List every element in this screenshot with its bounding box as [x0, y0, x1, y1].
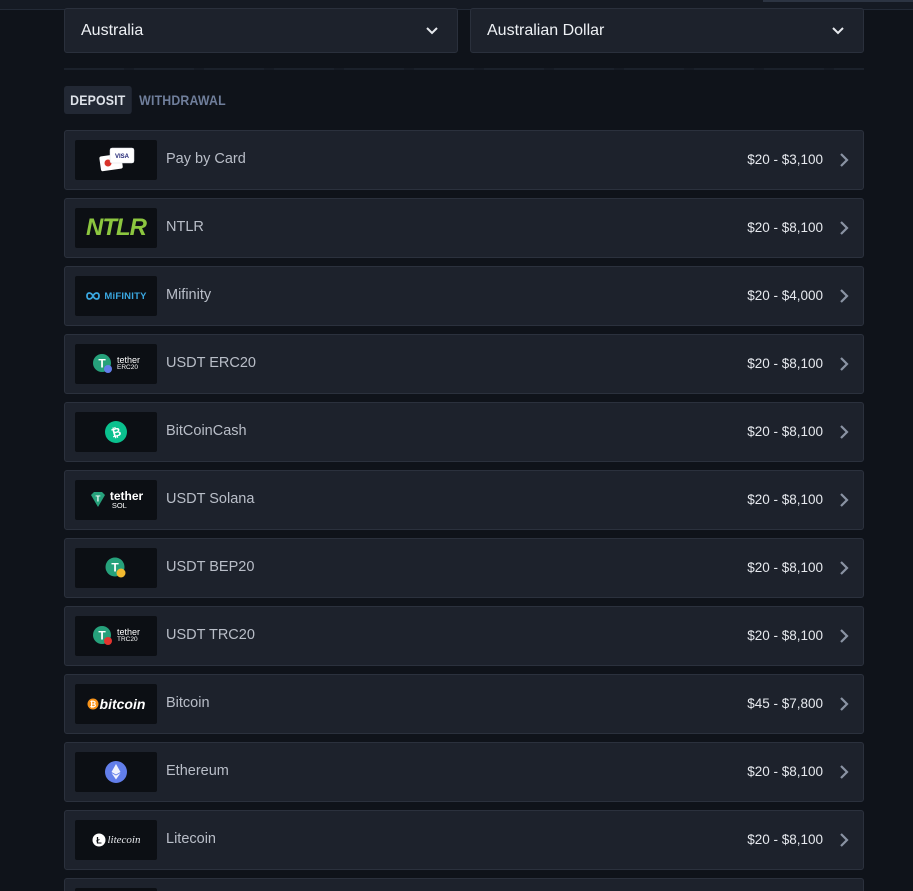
tether-bep20-logo: T [75, 548, 157, 588]
card-graphic: VISA [99, 147, 135, 172]
payment-method-row[interactable]: T tether TRC20 USDT TRC20 $20 - $8,100 [64, 606, 864, 666]
chevron-down-icon [832, 27, 844, 35]
method-range: $20 - $8,100 [747, 764, 823, 779]
payment-method-row[interactable]: Ethereum $20 - $8,100 [64, 742, 864, 802]
tether-erc20-logo: T tether ERC20 [75, 344, 157, 384]
method-name: Litecoin [166, 831, 216, 847]
visa-logo-text: VISA [115, 154, 130, 160]
svg-text:Ł: Ł [96, 836, 102, 846]
tether-icon: T [90, 492, 105, 507]
payment-method-row[interactable]: VISA Pay by Card $20 - $3,100 [64, 130, 864, 190]
method-range: $20 - $8,100 [747, 492, 823, 507]
payment-method-row[interactable]: ₿ bitcoin Bitcoin $45 - $7,800 [64, 674, 864, 734]
tether-logo-sub: ERC20 [116, 364, 138, 372]
ethereum-icon [105, 761, 127, 783]
tab-deposit[interactable]: DEPOSIT [64, 86, 132, 114]
chevron-right-icon [840, 629, 849, 643]
tether-trc20-logo: T tether TRC20 [75, 616, 157, 656]
filter-selects: Australia Australian Dollar [64, 8, 864, 53]
chevron-right-icon [840, 221, 849, 235]
method-name: NTLR [166, 219, 204, 235]
chevron-right-icon [840, 697, 849, 711]
chevron-right-icon [840, 153, 849, 167]
ethereum-logo [75, 752, 157, 792]
method-name: USDT ERC20 [166, 355, 256, 371]
litecoin-logo-text: litecoin [107, 834, 141, 846]
method-range: $20 - $4,000 [747, 288, 823, 303]
method-name: USDT TRC20 [166, 627, 255, 643]
mifinity-logo: MiFINITY [75, 276, 157, 316]
chevron-right-icon [840, 561, 849, 575]
chevron-right-icon [840, 357, 849, 371]
method-name: Mifinity [166, 287, 212, 303]
payment-method-row[interactable]: T tether ERC20 USDT ERC20 $20 - $8,100 [64, 334, 864, 394]
method-range: $20 - $8,100 [747, 220, 823, 235]
chevron-right-icon [840, 765, 849, 779]
chevron-down-icon [426, 27, 438, 35]
country-select[interactable]: Australia [64, 8, 458, 53]
method-name: Ethereum [166, 763, 229, 779]
ntlr-logo-text: NTLR [86, 214, 147, 241]
bitcoin-logo-text: bitcoin [99, 696, 146, 712]
infinity-icon [86, 292, 101, 300]
payment-method-row-partial[interactable] [64, 878, 864, 891]
method-range: $20 - $8,100 [747, 424, 823, 439]
currency-select[interactable]: Australian Dollar [470, 8, 864, 53]
chevron-right-icon [840, 833, 849, 847]
method-range: $20 - $3,100 [747, 152, 823, 167]
chevron-right-icon [840, 493, 849, 507]
method-range: $20 - $8,100 [747, 356, 823, 371]
tether-sol-logo: T tether SOL [75, 480, 157, 520]
ntlr-logo: NTLR [75, 208, 157, 248]
payment-method-row[interactable]: T USDT BEP20 $20 - $8,100 [64, 538, 864, 598]
litecoin-icon: Ł [92, 833, 105, 847]
method-name: USDT BEP20 [166, 559, 255, 575]
card-icon: VISA [75, 140, 157, 180]
payment-method-row[interactable]: MiFINITY Mifinity $20 - $4,000 [64, 266, 864, 326]
bitcoin-cash-icon: ₿ [105, 421, 127, 443]
bitcoin-cash-logo: ₿ [75, 412, 157, 452]
payment-method-row[interactable]: T tether SOL USDT Solana $20 - $8,100 [64, 470, 864, 530]
tether-icon: T [92, 354, 112, 373]
method-range: $45 - $7,800 [747, 696, 823, 711]
payment-method-row[interactable]: NTLR NTLR $20 - $8,100 [64, 198, 864, 258]
payment-method-row[interactable]: Ł litecoin Litecoin $20 - $8,100 [64, 810, 864, 870]
payment-method-row[interactable]: ₿ BitCoinCash $20 - $8,100 [64, 402, 864, 462]
tether-icon: T [105, 557, 126, 578]
svg-text:T: T [95, 495, 100, 504]
country-select-value: Australia [81, 21, 144, 39]
method-range: $20 - $8,100 [747, 832, 823, 847]
litecoin-logo: Ł litecoin [75, 820, 157, 860]
tether-logo-sub: SOL [111, 501, 127, 511]
tab-withdrawal[interactable]: WITHDRAWAL [133, 86, 232, 114]
chevron-right-icon [840, 425, 849, 439]
bitcoin-icon: ₿ [87, 698, 99, 710]
transaction-tabs: DEPOSIT WITHDRAWAL [64, 86, 245, 114]
currency-select-value: Australian Dollar [487, 21, 605, 39]
divider [64, 68, 864, 70]
tether-icon: T [92, 626, 112, 645]
chevron-right-icon [840, 289, 849, 303]
method-range: $20 - $8,100 [747, 628, 823, 643]
method-name: BitCoinCash [166, 423, 247, 439]
tether-logo-sub: TRC20 [116, 636, 138, 644]
bitcoin-logo: ₿ bitcoin [75, 684, 157, 724]
method-name: Bitcoin [166, 695, 210, 711]
method-name: USDT Solana [166, 491, 255, 507]
mifinity-logo-text: MiFINITY [104, 290, 147, 302]
method-name: Pay by Card [166, 151, 246, 167]
svg-text:₿: ₿ [89, 700, 96, 709]
method-range: $20 - $8,100 [747, 560, 823, 575]
